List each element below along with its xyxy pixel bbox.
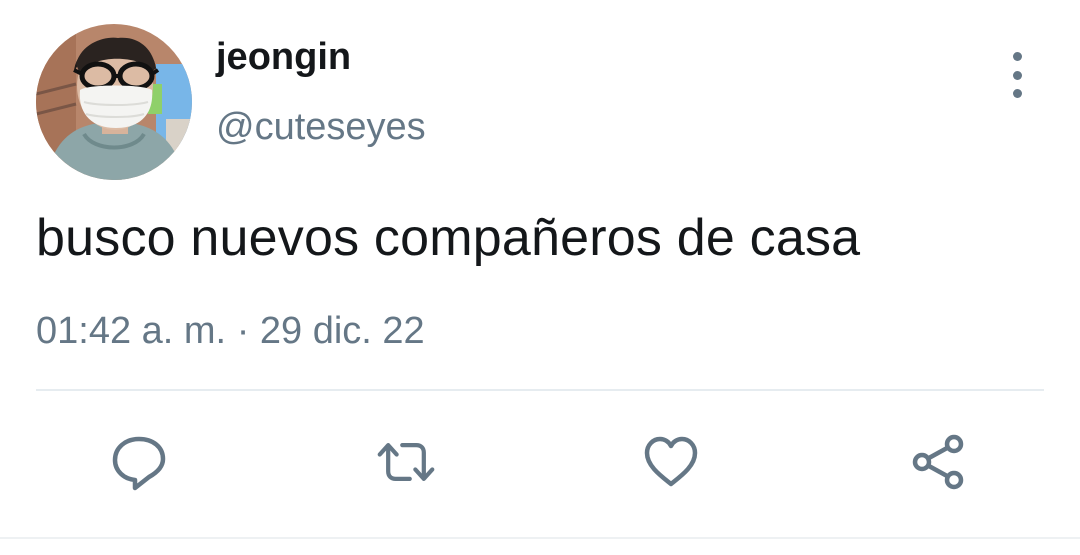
share-icon — [912, 434, 964, 490]
avatar[interactable] — [36, 24, 192, 180]
tweet-text: busco nuevos compañeros de casa — [36, 209, 861, 267]
retweet-icon — [377, 443, 435, 481]
share-button[interactable] — [908, 432, 968, 492]
tweet-time: 01:42 a. m. — [36, 310, 227, 352]
avatar-photo — [36, 24, 192, 180]
more-options-button[interactable] — [996, 52, 1038, 98]
bottom-divider — [0, 537, 1080, 539]
meta-separator: · — [236, 310, 250, 352]
reply-icon — [112, 436, 166, 491]
tweet-card: jeongin @cuteseyes busco nuevos compañer… — [0, 0, 1080, 555]
tweet-timestamp[interactable]: 01:42 a. m. · 29 dic. 22 — [36, 312, 425, 350]
author-handle[interactable]: @cuteseyes — [216, 108, 426, 146]
divider — [36, 389, 1044, 391]
tweet-date: 29 dic. 22 — [259, 310, 425, 352]
more-vertical-icon — [1012, 52, 1022, 98]
like-button[interactable] — [641, 432, 701, 492]
author-display-name[interactable]: jeongin — [216, 38, 351, 76]
heart-icon — [644, 436, 698, 487]
retweet-button[interactable] — [376, 432, 436, 492]
reply-button[interactable] — [109, 432, 169, 492]
